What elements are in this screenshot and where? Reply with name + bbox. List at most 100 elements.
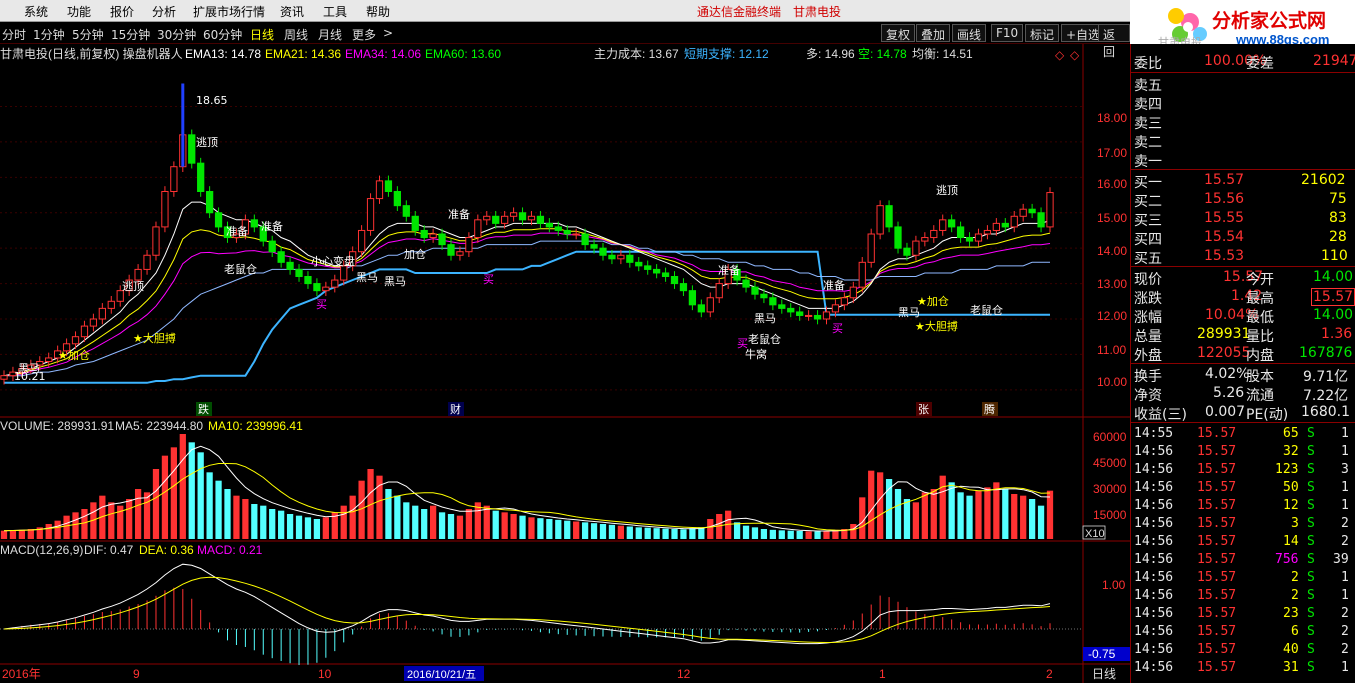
candle: [930, 229, 938, 239]
volume-bar: [197, 452, 204, 539]
event-cai[interactable]: 财: [450, 402, 461, 416]
volume-bar: [859, 497, 866, 539]
buy-label: 买五: [1134, 251, 1162, 267]
tick-time: 14:56: [1134, 660, 1174, 675]
menu-tools[interactable]: 工具: [323, 3, 347, 20]
kline-chart-area[interactable]: 18.00 17.00 16.00 15.00 14.00 13.00 12.0…: [0, 44, 1130, 683]
tick-time: 14:56: [1134, 642, 1174, 657]
buy-level[interactable]: 买五 15.53 110: [1131, 247, 1355, 267]
period-monthly[interactable]: 月线: [318, 26, 342, 43]
stat-value: 1.36: [1321, 326, 1353, 342]
period-1min[interactable]: 1分钟: [33, 26, 65, 43]
ema13-value: EMA13: 14.78: [185, 47, 261, 61]
volume-bar: [152, 469, 160, 539]
period-60min[interactable]: 60分钟: [203, 26, 242, 43]
ema13-line: [3, 201, 1051, 377]
volume-bar: [45, 524, 52, 539]
back-button[interactable]: 返回: [1098, 24, 1130, 59]
tick-price: 15.57: [1197, 426, 1237, 441]
mark-button[interactable]: 标记: [1025, 24, 1060, 42]
quote-divider: [1131, 266, 1355, 267]
fuquan-button[interactable]: 复权: [881, 24, 916, 42]
candle: [796, 311, 804, 316]
tick-count: 2: [1341, 606, 1349, 621]
diamond-icon[interactable]: ◇: [1070, 48, 1080, 62]
buy-label: 买一: [1134, 175, 1162, 191]
candle: [921, 237, 929, 242]
volume-bar: [698, 527, 705, 539]
period-fenshi[interactable]: 分时: [2, 26, 26, 43]
period-tab-daily[interactable]: 日线: [1092, 667, 1116, 681]
overlay-button[interactable]: 叠加: [916, 24, 951, 42]
signal-zhunbei: 准备: [226, 224, 248, 238]
tick-row: 14:56 15.57 31 S 1: [1131, 659, 1355, 677]
volume-bar: [483, 505, 490, 539]
buy-volume: 75: [1329, 191, 1347, 207]
volume-bar: [412, 505, 419, 539]
quote-divider: [1131, 363, 1355, 364]
buy-level[interactable]: 买四 15.54 28: [1131, 228, 1355, 248]
candle: [545, 222, 553, 228]
period-daily[interactable]: 日线: [250, 26, 274, 43]
volume-bar: [501, 512, 508, 539]
volume-bar: [134, 489, 142, 539]
candle: [152, 226, 160, 256]
candle: [706, 297, 714, 313]
event-teng[interactable]: 腾: [984, 402, 995, 416]
buy-label: 买四: [1134, 232, 1162, 248]
buy-level[interactable]: 买二 15.56 75: [1131, 190, 1355, 210]
volume-bar: [143, 492, 151, 539]
volume-bar: [680, 529, 687, 539]
buy-price: 15.53: [1204, 248, 1245, 264]
buy-level[interactable]: 买三 15.55 83: [1131, 209, 1355, 229]
menu-help[interactable]: 帮助: [366, 3, 390, 20]
buy-label: 买二: [1134, 194, 1162, 210]
signal-jiacang: 加仓: [404, 247, 426, 261]
chart-svg[interactable]: 18.00 17.00 16.00 15.00 14.00 13.00 12.0…: [0, 44, 1130, 683]
candle: [840, 297, 849, 306]
volume-bar: [814, 531, 821, 539]
macd-cursor-value: -0.75: [1088, 647, 1116, 661]
volume-bar: [1020, 495, 1027, 539]
candle: [277, 251, 285, 263]
weicha-value: 21947: [1313, 53, 1355, 69]
period-5min[interactable]: 5分钟: [72, 26, 104, 43]
tick-time: 14:56: [1134, 498, 1174, 513]
candle: [590, 244, 598, 249]
tick-count: 1: [1341, 588, 1349, 603]
draw-line-button[interactable]: 画线: [952, 24, 987, 42]
candle: [536, 215, 545, 224]
buy-level[interactable]: 买一 15.57 21602: [1131, 171, 1355, 191]
chevron-right-icon[interactable]: >: [383, 26, 393, 40]
period-15min[interactable]: 15分钟: [111, 26, 150, 43]
event-die[interactable]: 跌: [198, 402, 209, 416]
menu-news[interactable]: 资讯: [280, 3, 304, 20]
diamond-icon[interactable]: ◇: [1055, 48, 1065, 62]
menu-extended-market[interactable]: 扩展市场行情: [193, 3, 265, 20]
volume-bar: [519, 515, 526, 539]
quote-divider: [1131, 72, 1355, 73]
period-more[interactable]: 更多: [352, 26, 376, 43]
price-tick: 13.00: [1097, 277, 1127, 291]
volume-bar: [599, 524, 607, 539]
volume-bar: [0, 530, 8, 539]
period-30min[interactable]: 30分钟: [157, 26, 196, 43]
candle: [751, 286, 759, 295]
menu-quote[interactable]: 报价: [110, 3, 134, 20]
macd-dea: DEA: 0.36: [139, 543, 194, 557]
stat-label: 涨幅: [1134, 310, 1162, 326]
event-zhang[interactable]: 张: [918, 403, 929, 416]
candle: [858, 261, 866, 288]
candle: [188, 134, 196, 164]
volume-bar: [796, 531, 803, 539]
menu-system[interactable]: 系统: [24, 3, 48, 20]
stat-row: 涨幅 10.04% 最低 14.00: [1131, 306, 1355, 326]
period-weekly[interactable]: 周线: [284, 26, 308, 43]
tick-row: 14:56 15.57 2 S 1: [1131, 569, 1355, 587]
menu-function[interactable]: 功能: [67, 3, 91, 20]
candle: [983, 229, 992, 235]
f10-button[interactable]: F10: [991, 24, 1024, 42]
volume-bar: [948, 482, 955, 539]
menu-analysis[interactable]: 分析: [152, 3, 176, 20]
volume-bar: [868, 470, 875, 539]
